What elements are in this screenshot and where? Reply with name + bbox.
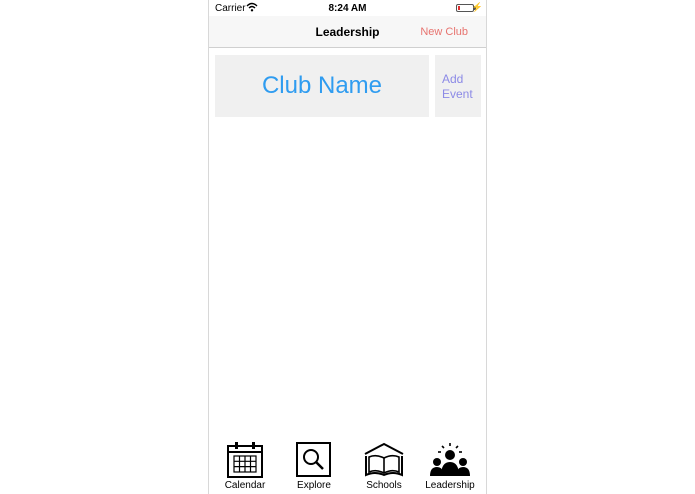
- magnifier-icon: [296, 442, 331, 477]
- phone-screen: Carrier 8:24 AM ⚡ Leadership New Club Cl…: [208, 0, 487, 494]
- tab-calendar-label: Calendar: [224, 480, 266, 491]
- add-event-label-line2: Event: [442, 87, 473, 101]
- tab-schools-label: Schools: [366, 480, 402, 491]
- calendar-icon: [227, 442, 263, 478]
- new-club-button[interactable]: New Club: [420, 26, 468, 38]
- tab-calendar[interactable]: Calendar: [215, 440, 275, 494]
- status-bar: Carrier 8:24 AM ⚡: [209, 0, 486, 16]
- tab-leadership-label: Leadership: [425, 480, 475, 491]
- tab-bar: Calendar Explore Schools Leadership: [209, 440, 486, 494]
- tab-explore-label: Explore: [297, 480, 331, 491]
- book-icon: [364, 442, 404, 477]
- tab-leadership[interactable]: Leadership: [420, 440, 480, 494]
- add-event-label-line1: Add: [442, 72, 464, 86]
- charging-icon: ⚡: [471, 2, 483, 12]
- tab-schools[interactable]: Schools: [354, 440, 414, 494]
- status-time: 8:24 AM: [328, 3, 367, 14]
- navigation-bar: Leadership New Club: [209, 16, 486, 48]
- add-event-button[interactable]: Add Event: [435, 55, 481, 117]
- club-name-button[interactable]: Club Name: [215, 55, 429, 117]
- tab-explore[interactable]: Explore: [284, 440, 344, 494]
- people-icon: [430, 443, 470, 476]
- club-row: Club Name Add Event: [215, 55, 481, 117]
